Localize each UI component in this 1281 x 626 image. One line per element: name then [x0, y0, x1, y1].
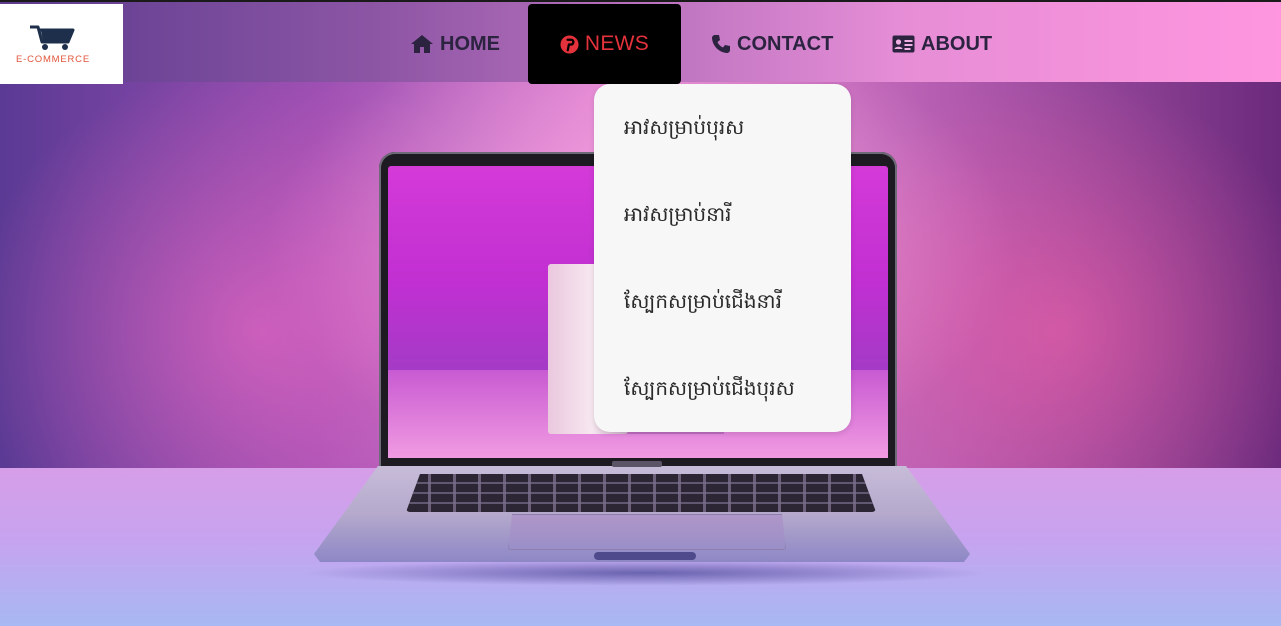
laptop-brand-mark: [612, 461, 662, 467]
laptop-shadow: [300, 560, 990, 586]
nav-about[interactable]: ABOUT: [892, 4, 992, 84]
phone-icon: [711, 34, 731, 54]
home-icon: [410, 34, 434, 54]
laptop-front-notch: [594, 552, 696, 560]
dropdown-item-womens-shirts[interactable]: អាវសម្រាប់នារី: [624, 201, 834, 231]
nav-news[interactable]: NEWS: [528, 4, 681, 84]
nav-about-label: ABOUT: [921, 32, 993, 55]
laptop-keyboard-rows: [406, 474, 876, 512]
pinterest-icon: [560, 34, 579, 54]
dropdown-item-mens-shoes[interactable]: ស្បែកសម្រាប់ជើងបុរស: [624, 375, 834, 405]
nav-home[interactable]: HOME: [410, 4, 500, 84]
page: E-COMMERCE HOME NEWS CONTACT ABOUT អាវសម…: [0, 0, 1281, 626]
nav-contact[interactable]: CONTACT: [711, 4, 833, 84]
top-navbar: E-COMMERCE HOME NEWS CONTACT ABOUT: [0, 0, 1281, 84]
id-card-icon: [892, 35, 915, 53]
logo[interactable]: E-COMMERCE: [0, 4, 123, 84]
news-dropdown-menu: អាវសម្រាប់បុរស អាវសម្រាប់នារី ស្បែកសម្រា…: [594, 84, 851, 432]
shopping-cart-icon: [28, 24, 78, 56]
laptop-trackpad: [508, 514, 786, 550]
dropdown-item-womens-shoes[interactable]: ស្បែកសម្រាប់ជើងនារី: [624, 288, 834, 318]
nav-home-label: HOME: [440, 32, 500, 55]
nav-news-label: NEWS: [584, 32, 650, 55]
dropdown-item-mens-shirts[interactable]: អាវសម្រាប់បុរស: [624, 114, 834, 144]
nav-contact-label: CONTACT: [737, 32, 834, 55]
logo-text: E-COMMERCE: [16, 54, 90, 65]
